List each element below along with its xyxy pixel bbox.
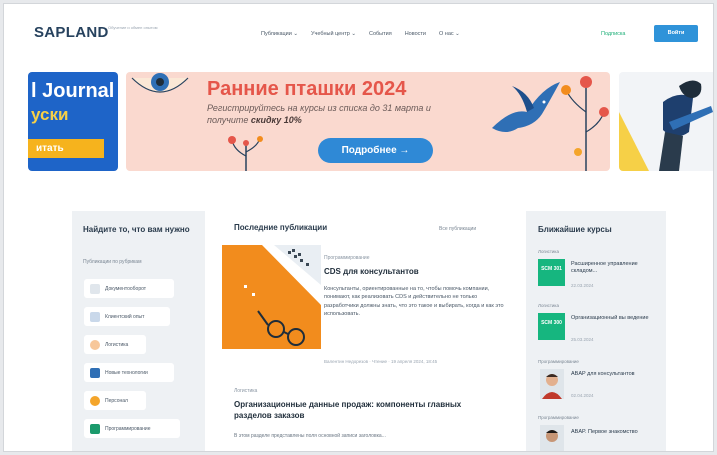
course-2-badge[interactable]: SCM 300	[538, 313, 565, 340]
upcoming-courses: Ближайшие курсы Логистика SCM 301 Расшир…	[526, 211, 666, 451]
code-icon	[90, 423, 100, 434]
laptop-glasses-illustration	[244, 245, 321, 346]
header: SAPLAND Обучение и обмен опытом Публикац…	[4, 4, 713, 66]
course-3-category: Программирование	[538, 359, 579, 364]
nav-news[interactable]: Новости	[405, 31, 426, 37]
course-4-category: Программирование	[538, 415, 579, 420]
customer-icon	[90, 311, 100, 322]
rubric-programming[interactable]: Программирование	[84, 419, 180, 438]
rubric-logistics[interactable]: Логистика	[84, 335, 146, 354]
banner-partial-right[interactable]	[619, 72, 713, 171]
instructor-avatar[interactable]	[540, 369, 564, 399]
course-2-category: Логистика	[538, 303, 560, 308]
eye-illustration	[131, 73, 189, 93]
publication-image[interactable]	[222, 245, 321, 349]
bird-illustration	[492, 82, 560, 132]
people-icon	[90, 395, 100, 406]
document-icon	[90, 283, 100, 294]
rubric-documents[interactable]: Документооборот	[84, 279, 174, 298]
course-3-title[interactable]: ABAP для консультантов	[571, 371, 657, 378]
guitar-person-illustration	[619, 80, 713, 171]
course-2-title[interactable]: Организационный вы ведение	[571, 315, 657, 322]
rubric-new-tech[interactable]: Новые технологии	[84, 363, 174, 382]
rubrics-title: Найдите то, что вам нужно	[83, 225, 190, 234]
rubric-personnel[interactable]: Персонал	[84, 391, 146, 410]
logistics-icon	[90, 339, 100, 350]
instructor-avatar-2[interactable]	[540, 425, 564, 451]
tech-icon	[90, 367, 100, 378]
plant-illustration	[228, 136, 263, 171]
publication-2-title[interactable]: Организационные данные продаж: компонент…	[234, 399, 484, 421]
subscribe-link[interactable]: Подписка	[601, 31, 626, 37]
nav-training-center[interactable]: Учебный центр ⌄	[311, 31, 356, 37]
banner-subtitle: Регистрируйтесь на курсы из списка до 31…	[207, 103, 431, 125]
all-publications-link[interactable]: Все публикации	[439, 226, 476, 232]
nav-events[interactable]: События	[369, 31, 392, 37]
publication-title[interactable]: CDS для консультантов	[324, 267, 419, 276]
nav-publications[interactable]: Публикации ⌄	[261, 31, 298, 37]
banner-journal-title: l Journal	[31, 80, 115, 102]
nav-about[interactable]: О нас ⌄	[439, 31, 460, 37]
rubric-customer-experience[interactable]: Клиентский опыт	[84, 307, 170, 326]
courses-title: Ближайшие курсы	[538, 225, 612, 234]
course-1-title[interactable]: Расширенное управление складом...	[571, 261, 657, 275]
course-1-category: Логистика	[538, 249, 560, 254]
banner-details-button[interactable]: Подробнее →	[318, 138, 433, 163]
publication-excerpt: Консультанты, ориентированные на то, что…	[324, 286, 504, 318]
banner-title: Ранние пташки 2024	[207, 78, 407, 100]
latest-publications: Последние публикации Все публикации Прог…	[214, 211, 520, 451]
login-button[interactable]: Войти	[654, 25, 698, 42]
banner-journal-button[interactable]: итать	[28, 139, 104, 158]
publication-2-excerpt: В этом разделе представлены поля основно…	[234, 433, 386, 439]
publication-2-category[interactable]: Логистика	[234, 388, 257, 394]
flowers-illustration	[561, 76, 609, 171]
rubrics-panel: Найдите то, что вам нужно Публикации по …	[72, 211, 205, 451]
publication-category[interactable]: Программирование	[324, 255, 370, 261]
course-2-date: 25.03.2024	[571, 337, 594, 342]
logo-tagline: Обучение и обмен опытом	[108, 25, 158, 30]
main-nav: Публикации ⌄ Учебный центр ⌄ События Нов…	[261, 31, 460, 37]
banner-early-birds[interactable]: Ранние пташки 2024 Регистрируйтесь на ку…	[126, 72, 610, 171]
logo[interactable]: SAPLAND	[34, 24, 109, 41]
course-3-date: 02.04.2024	[571, 393, 594, 398]
banner-journal-subtitle: уски	[31, 105, 69, 124]
banner-journal[interactable]: l Journal уски итать	[28, 72, 118, 171]
course-4-title[interactable]: ABAP. Первое знакомство	[571, 429, 657, 436]
page-frame: SAPLAND Обучение и обмен опытом Публикац…	[3, 3, 714, 452]
publications-title: Последние публикации	[234, 223, 328, 232]
course-1-badge[interactable]: SCM 301	[538, 259, 565, 286]
rubrics-subtitle: Публикации по рубрикам	[83, 259, 142, 265]
course-1-date: 22.03.2024	[571, 283, 594, 288]
publication-meta: Валентин Недорезов · Чтение · 19 апреля …	[324, 359, 438, 364]
